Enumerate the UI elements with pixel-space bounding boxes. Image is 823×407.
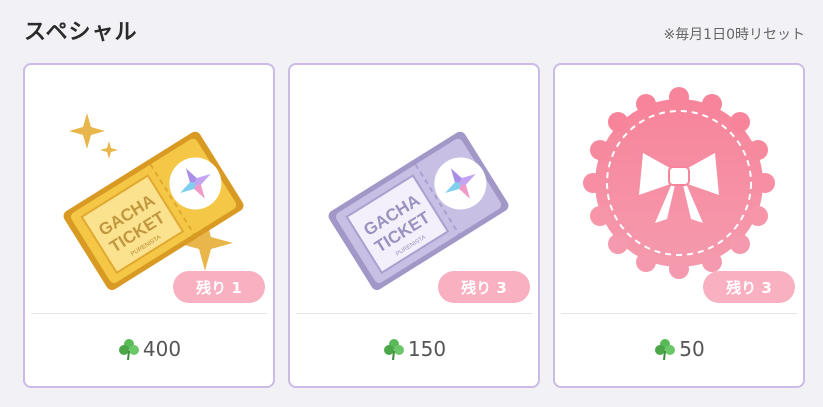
divider xyxy=(561,313,797,314)
item-cards: GACHA TICKET PURENISTA 残り 1 400 GACHA TI… xyxy=(23,63,805,388)
price-value: 150 xyxy=(407,337,447,361)
item-card-ribbon[interactable]: 残り 3 50 xyxy=(553,63,805,388)
silver-gacha-ticket-icon: GACHA TICKET PURENISTA xyxy=(328,131,509,290)
reset-note: ※毎月1日0時リセット xyxy=(663,27,805,43)
clover-icon xyxy=(655,339,676,361)
price: 150 xyxy=(290,337,538,361)
remaining-badge: 残り 1 xyxy=(173,271,265,303)
remaining-badge: 残り 3 xyxy=(703,271,795,303)
item-card-gold-ticket[interactable]: GACHA TICKET PURENISTA 残り 1 400 xyxy=(23,63,275,388)
price-value: 400 xyxy=(142,337,182,361)
divider xyxy=(31,313,267,314)
gold-gacha-ticket-icon: GACHA TICKET PURENISTA xyxy=(63,113,244,290)
ribbon-badge-icon xyxy=(583,87,775,279)
price: 400 xyxy=(25,337,273,361)
remaining-badge: 残り 3 xyxy=(438,271,530,303)
section-title: スペシャル xyxy=(24,20,138,45)
price-value: 50 xyxy=(679,337,705,361)
item-card-silver-ticket[interactable]: GACHA TICKET PURENISTA 残り 3 150 xyxy=(288,63,540,388)
clover-icon xyxy=(118,339,139,361)
divider xyxy=(296,313,532,314)
clover-icon xyxy=(383,339,404,361)
price: 50 xyxy=(555,337,803,361)
